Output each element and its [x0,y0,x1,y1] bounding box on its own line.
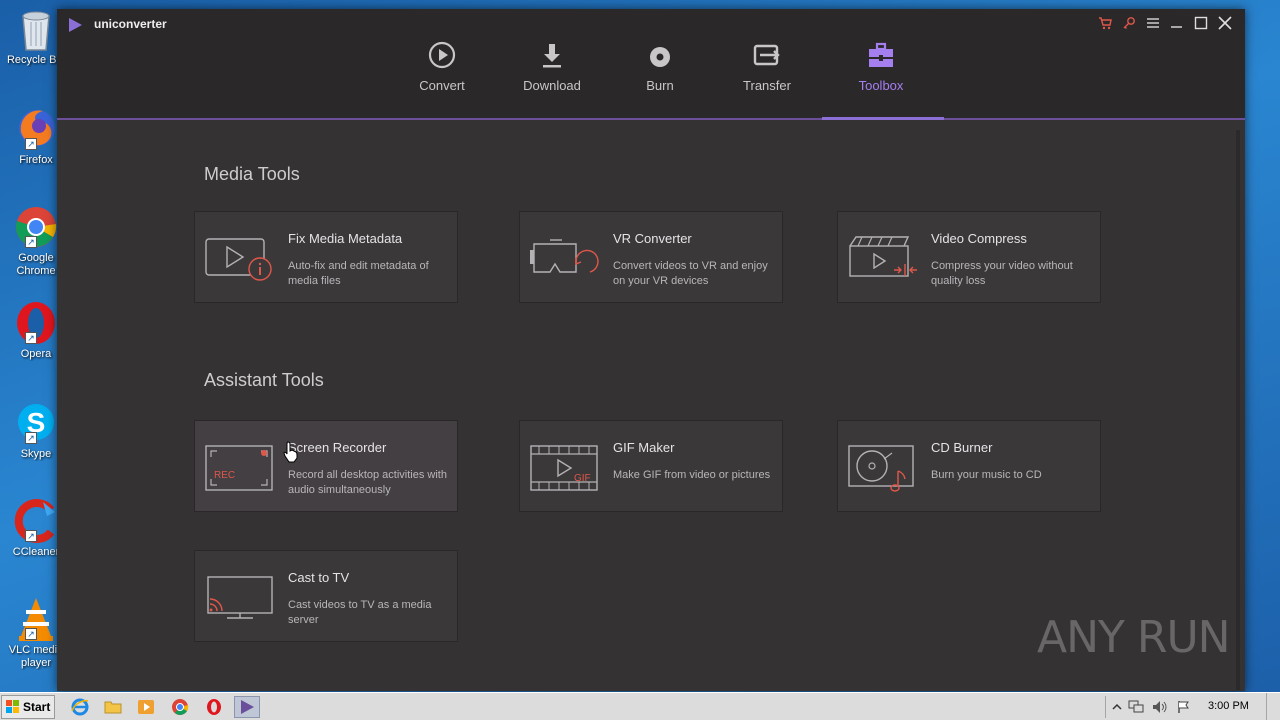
media-player-icon[interactable] [135,697,157,717]
app-header: uniconverter Convert Download Burn Trans… [57,9,1245,120]
card-title: GIF Maker [613,440,675,455]
watermark-text: ANY RUN [1037,612,1231,663]
clock[interactable]: 3:00 PM [1208,700,1249,712]
section-title-assistant-tools: Assistant Tools [204,370,324,390]
gif-maker-icon: GIF [530,443,600,493]
card-description: Convert videos to VR and enjoy on your V… [613,260,768,287]
tab-label: Download [523,78,581,93]
show-hidden-icon[interactable] [1109,699,1125,715]
shortcut-arrow-icon: ↗ [25,332,37,344]
taskbar: Start 3:00 PM [0,692,1280,720]
chrome-icon: ↗ [13,204,59,250]
firefox-icon: ↗ [13,106,59,152]
card-title: Video Compress [931,231,1027,246]
card-description: Auto-fix and edit metadata of media file… [288,260,429,287]
card-cast-to-tv[interactable]: Cast to TV Cast videos to TV as a media … [194,550,458,642]
card-description: Make GIF from video or pictures [613,469,771,481]
section-title-media-tools: Media Tools [204,164,300,184]
convert-icon [426,39,458,71]
tab-toolbox[interactable]: Toolbox [853,37,909,120]
tab-label: Toolbox [858,78,904,93]
card-vr-converter[interactable]: VR Converter Convert videos to VR and en… [519,211,783,303]
cd-burner-icon [848,443,918,493]
card-description: Burn your music to CD [931,469,1042,481]
card-title: Screen Recorder [288,440,387,455]
opera-icon: ↗ [13,300,59,346]
windows-flag-icon [6,700,20,714]
card-description: Record all desktop activities with audio… [288,469,447,496]
tray-separator [1105,696,1106,718]
vlc-icon: ↗ [13,596,59,642]
tab-convert[interactable]: Convert [409,37,475,120]
active-tab-indicator [822,117,944,120]
burn-icon [644,39,676,71]
flag-icon[interactable] [1176,699,1192,715]
scrollbar[interactable] [1236,130,1240,690]
card-screen-recorder[interactable]: REC Screen Recorder Record all desktop a… [194,420,458,512]
uniconverter-window: uniconverter Convert Download Burn Trans… [57,9,1245,691]
tab-transfer[interactable]: Transfer [740,37,794,120]
start-label: Start [23,700,51,714]
card-description: Compress your video without quality loss [931,260,1073,287]
toolbox-content: Media Tools Fix Media Metadata Auto-fix … [57,122,1245,691]
card-video-compress[interactable]: Video Compress Compress your video witho… [837,211,1101,303]
shortcut-arrow-icon: ↗ [25,628,37,640]
transfer-icon [751,39,783,71]
video-compress-icon [848,234,918,284]
skype-icon: S ↗ [13,400,59,446]
download-icon [536,39,568,71]
start-button[interactable]: Start [1,695,55,719]
shortcut-arrow-icon: ↗ [25,236,37,248]
toolbox-icon [865,39,897,71]
card-description: Cast videos to TV as a media server [288,599,432,626]
tab-download[interactable]: Download [517,37,587,120]
shortcut-arrow-icon: ↗ [25,138,37,150]
card-title: CD Burner [931,440,993,455]
fix-metadata-icon [205,234,275,284]
shortcut-arrow-icon: ↗ [25,530,37,542]
tab-label: Transfer [743,78,791,93]
vr-converter-icon [530,234,600,284]
volume-icon[interactable] [1152,699,1168,715]
shortcut-arrow-icon: ↗ [25,432,37,444]
screen-recorder-icon: REC [205,443,275,493]
gif-label: GIF [574,473,591,484]
card-title: Cast to TV [288,570,350,585]
cast-to-tv-icon [205,573,275,623]
ccleaner-icon: ↗ [13,498,59,544]
rec-label: REC [214,470,235,481]
show-desktop-button[interactable] [1266,693,1280,720]
tab-burn[interactable]: Burn [640,37,680,120]
tab-label: Burn [646,78,674,93]
explorer-icon[interactable] [102,697,124,717]
network-icon[interactable] [1128,699,1144,715]
main-tabs: Convert Download Burn Transfer Toolbox [57,9,1245,120]
recycle-bin-icon [13,6,59,52]
ie-icon[interactable] [69,697,91,717]
tab-label: Convert [419,78,465,93]
card-fix-media-metadata[interactable]: Fix Media Metadata Auto-fix and edit met… [194,211,458,303]
card-title: Fix Media Metadata [288,231,403,246]
card-cd-burner[interactable]: CD Burner Burn your music to CD [837,420,1101,512]
mouse-cursor-icon [283,441,299,463]
opera-icon[interactable] [203,697,225,717]
card-title: VR Converter [613,231,692,246]
chrome-icon[interactable] [169,697,191,717]
card-gif-maker[interactable]: GIF GIF Maker Make GIF from video or pic… [519,420,783,512]
anyrun-watermark: ANY RUN [1037,612,1237,682]
uniconverter-icon[interactable] [234,696,260,718]
